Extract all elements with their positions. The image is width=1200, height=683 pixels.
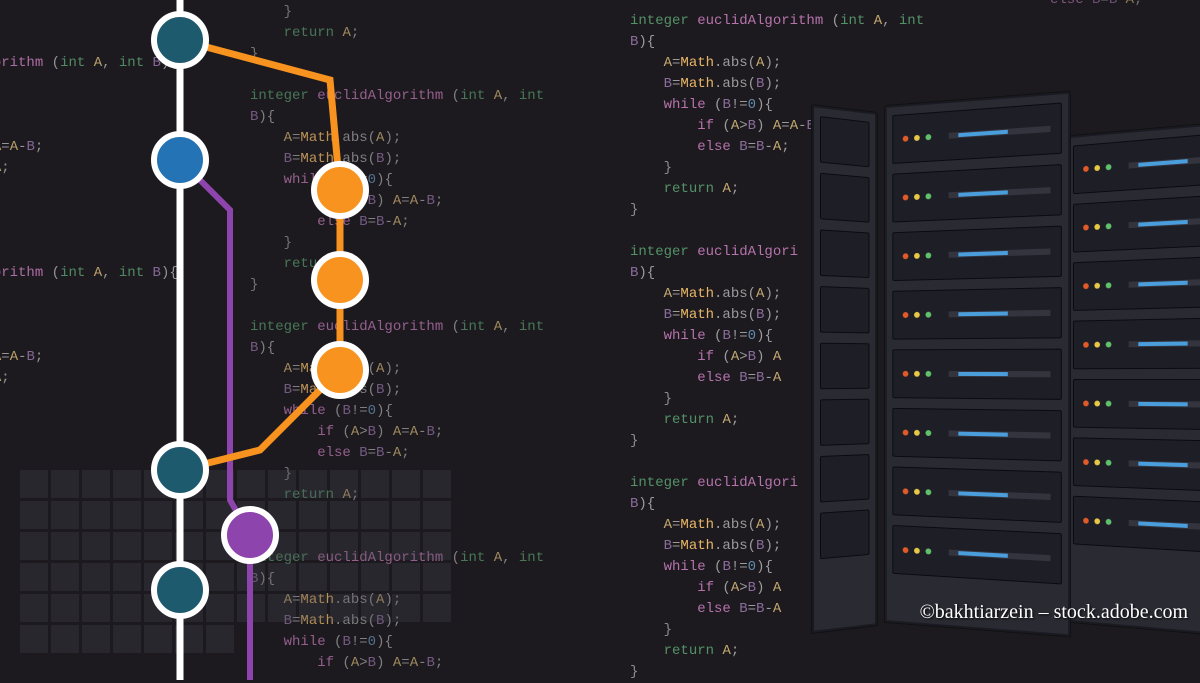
server-rack-3 (1060, 128, 1200, 630)
attribution-text: ©bakhtiarzein – stock.adobe.com (920, 601, 1188, 624)
server-rack-1 (810, 108, 880, 630)
git-branch-graph (80, 0, 480, 680)
server-rack-2 (880, 98, 1070, 630)
